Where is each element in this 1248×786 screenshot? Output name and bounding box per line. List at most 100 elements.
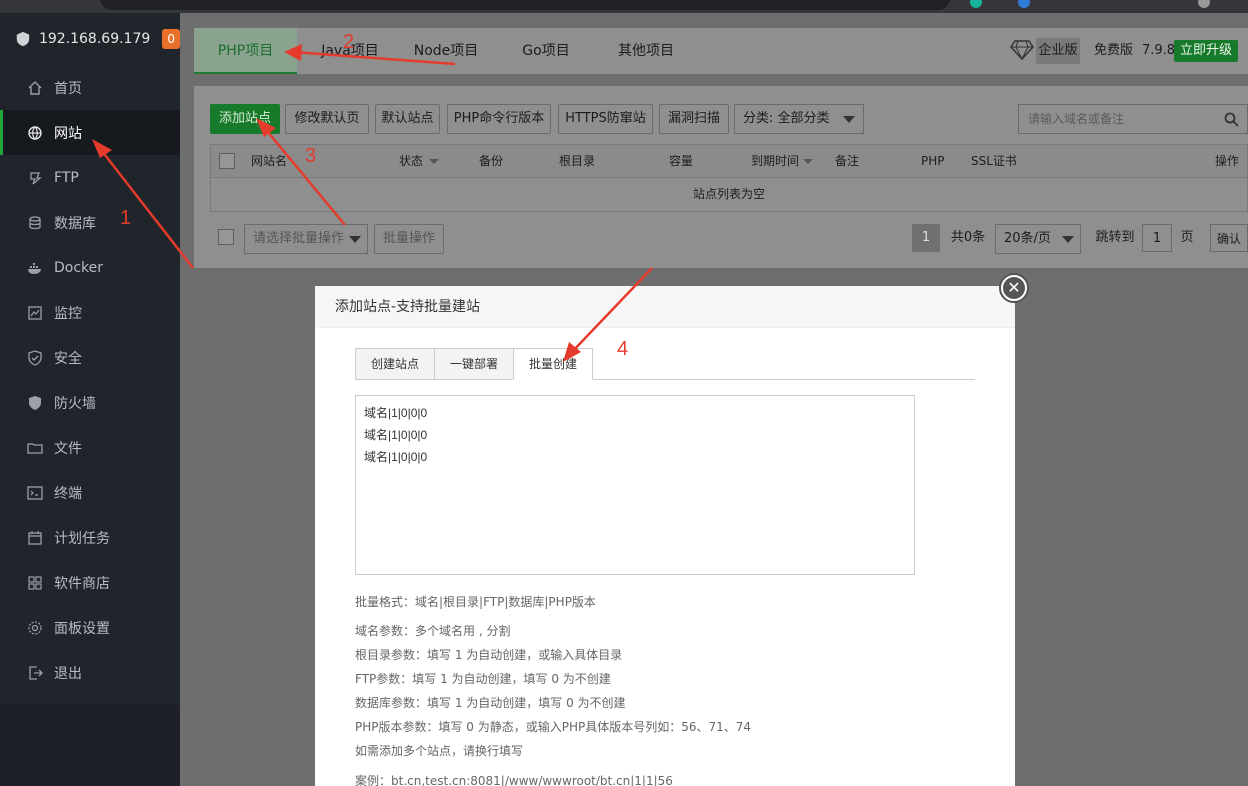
category-select[interactable]: 分类: 全部分类: [734, 104, 864, 134]
chevron-down-icon: [349, 236, 361, 243]
grid-icon: [28, 575, 42, 590]
docker-icon: [28, 262, 41, 274]
tab-one-click-deploy[interactable]: 一键部署: [434, 348, 514, 380]
notification-badge[interactable]: 0: [162, 29, 180, 49]
batch-operation-button[interactable]: 批量操作: [374, 224, 444, 254]
batch-operation-select[interactable]: 请选择批量操作: [244, 224, 368, 254]
batch-sites-textarea[interactable]: 域名|1|0|0|0 域名|1|0|0|0 域名|1|0|0|0: [355, 395, 915, 575]
sidebar-item-gear[interactable]: 面板设置: [0, 605, 180, 650]
https-guard-button[interactable]: HTTPS防窜站: [558, 104, 653, 134]
sidebar-item-logout[interactable]: 退出: [0, 650, 180, 695]
sidebar-item-globe[interactable]: 网站: [0, 110, 180, 155]
jump-confirm-button[interactable]: 确认: [1210, 224, 1248, 252]
server-info: 192.168.69.179 0: [0, 13, 180, 65]
help-database: 数据库参数：填写 1 为自动创建，填写 0 为不创建: [355, 696, 626, 710]
tab-go[interactable]: Go项目: [502, 28, 590, 74]
tab-php[interactable]: PHP项目: [194, 28, 297, 74]
sidebar-item-terminal[interactable]: 终端: [0, 470, 180, 515]
free-edition-label: 免费版: [1094, 43, 1134, 58]
sidebar-item-label: 防火墙: [54, 395, 96, 412]
search-icon[interactable]: [1224, 112, 1239, 127]
firewall-icon: [29, 395, 41, 410]
help-multi-line: 如需添加多个站点，请换行填写: [355, 744, 524, 758]
address-bar[interactable]: [100, 0, 950, 10]
jump-page-input[interactable]: 1: [1142, 224, 1172, 252]
php-cli-version-button[interactable]: PHP命令行版本: [447, 104, 551, 134]
page-size-select[interactable]: 20条/页: [995, 224, 1081, 254]
ftp-icon: [30, 171, 42, 184]
sidebar-item-docker[interactable]: Docker: [0, 245, 180, 290]
gear-icon: [28, 620, 42, 635]
terminal-icon: [27, 485, 43, 500]
calendar-icon: [28, 530, 42, 545]
modify-default-page-button[interactable]: 修改默认页: [285, 104, 369, 134]
page-number-1[interactable]: 1: [912, 224, 940, 252]
chevron-down-icon: [1062, 236, 1074, 243]
sidebar-item-grid[interactable]: 软件商店: [0, 560, 180, 605]
search-placeholder: 请输入域名或备注: [1028, 112, 1125, 126]
tab-other[interactable]: 其他项目: [602, 28, 690, 74]
server-icon: [16, 31, 30, 47]
column-capacity: 容量: [669, 154, 694, 168]
column-status[interactable]: 状态: [399, 145, 423, 177]
default-site-button[interactable]: 默认站点: [375, 104, 440, 134]
server-ip: 192.168.69.179: [38, 31, 151, 47]
add-site-button[interactable]: 添加站点: [210, 104, 280, 134]
database-icon: [29, 215, 41, 229]
close-dialog-button[interactable]: ✕: [999, 273, 1029, 303]
tab-node[interactable]: Node项目: [402, 28, 490, 74]
sidebar-item-label: 计划任务: [54, 530, 110, 547]
category-select-value: 分类: 全部分类: [743, 111, 830, 126]
tab-create-site[interactable]: 创建站点: [355, 348, 435, 380]
sidebar-item-label: 监控: [54, 305, 82, 322]
tab-batch-create[interactable]: 批量创建: [513, 348, 593, 380]
sidebar-item-calendar[interactable]: 计划任务: [0, 515, 180, 560]
sidebar-item-home[interactable]: 首页: [0, 65, 180, 110]
sidebar-item-monitor[interactable]: 监控: [0, 290, 180, 335]
sidebar-item-label: Docker: [54, 259, 104, 276]
extension-icon[interactable]: [1018, 0, 1030, 8]
help-root-dir: 根目录参数：填写 1 为自动创建，或输入具体目录: [355, 648, 623, 662]
diamond-icon: [1010, 40, 1034, 60]
sidebar-item-firewall[interactable]: 防火墙: [0, 380, 180, 425]
search-input[interactable]: 请输入域名或备注: [1018, 104, 1248, 134]
sidebar-nav: 192.168.69.179 0 首页网站 FTP 数据库 Docker 监控安全防火墙…: [0, 13, 180, 705]
dialog-title: 添加站点-支持批量建站: [315, 286, 1015, 328]
enterprise-edition-label[interactable]: 企业版: [1036, 38, 1080, 64]
upgrade-button[interactable]: 立即升级: [1173, 40, 1238, 62]
profile-avatar[interactable]: [1198, 0, 1210, 8]
extension-icon[interactable]: [970, 0, 982, 8]
annotation-number: 4: [617, 338, 629, 360]
sort-icon[interactable]: [429, 159, 439, 164]
select-all-checkbox[interactable]: [219, 153, 235, 169]
total-count: 共0条: [950, 230, 986, 245]
footer-select-checkbox[interactable]: [218, 229, 234, 245]
sidebar: 192.168.69.179 0 首页网站 FTP 数据库 Docker 监控安全防火墙…: [0, 13, 180, 786]
sidebar-item-ftp[interactable]: FTP: [0, 155, 180, 200]
annotation-number: 1: [120, 207, 132, 229]
help-format: 批量格式：域名|根目录|FTP|数据库|PHP版本: [355, 595, 596, 609]
site-list-panel: 添加站点 修改默认页 默认站点 PHP命令行版本 HTTPS防窜站 漏洞扫描 分…: [194, 86, 1248, 268]
batch-line: 域名|1|0|0|0: [364, 450, 428, 464]
column-root-dir: 根目录: [559, 154, 596, 168]
monitor-icon: [28, 305, 42, 320]
sidebar-item-folder[interactable]: 文件: [0, 425, 180, 470]
column-ssl: SSL证书: [971, 154, 1017, 168]
column-php: PHP: [921, 154, 945, 168]
column-site-name[interactable]: 网站名: [251, 145, 287, 177]
vuln-scan-button[interactable]: 漏洞扫描: [659, 104, 729, 134]
chevron-down-icon: [843, 116, 855, 123]
batch-line: 域名|1|0|0|0: [364, 428, 428, 442]
table-header: 网站名 状态 备份 根目录 容量 到期时间 备注 PHP SSL证书 操作: [210, 144, 1248, 178]
column-expiry[interactable]: 到期时间: [751, 145, 799, 177]
help-php-version: PHP版本参数：填写 0 为静态，或输入PHP具体版本号列如：56、71、74: [355, 720, 752, 734]
sidebar-item-label: 数据库: [54, 215, 96, 232]
version-label: 7.9.8: [1142, 43, 1176, 58]
sidebar-item-label: 网站: [54, 125, 82, 142]
globe-icon: [28, 125, 42, 140]
sidebar-item-shield[interactable]: 安全: [0, 335, 180, 380]
sort-icon[interactable]: [803, 159, 813, 164]
sidebar-item-database[interactable]: 数据库: [0, 200, 180, 245]
table-empty-message: 站点列表为空: [210, 178, 1248, 212]
batch-line: 域名|1|0|0|0: [364, 406, 428, 420]
